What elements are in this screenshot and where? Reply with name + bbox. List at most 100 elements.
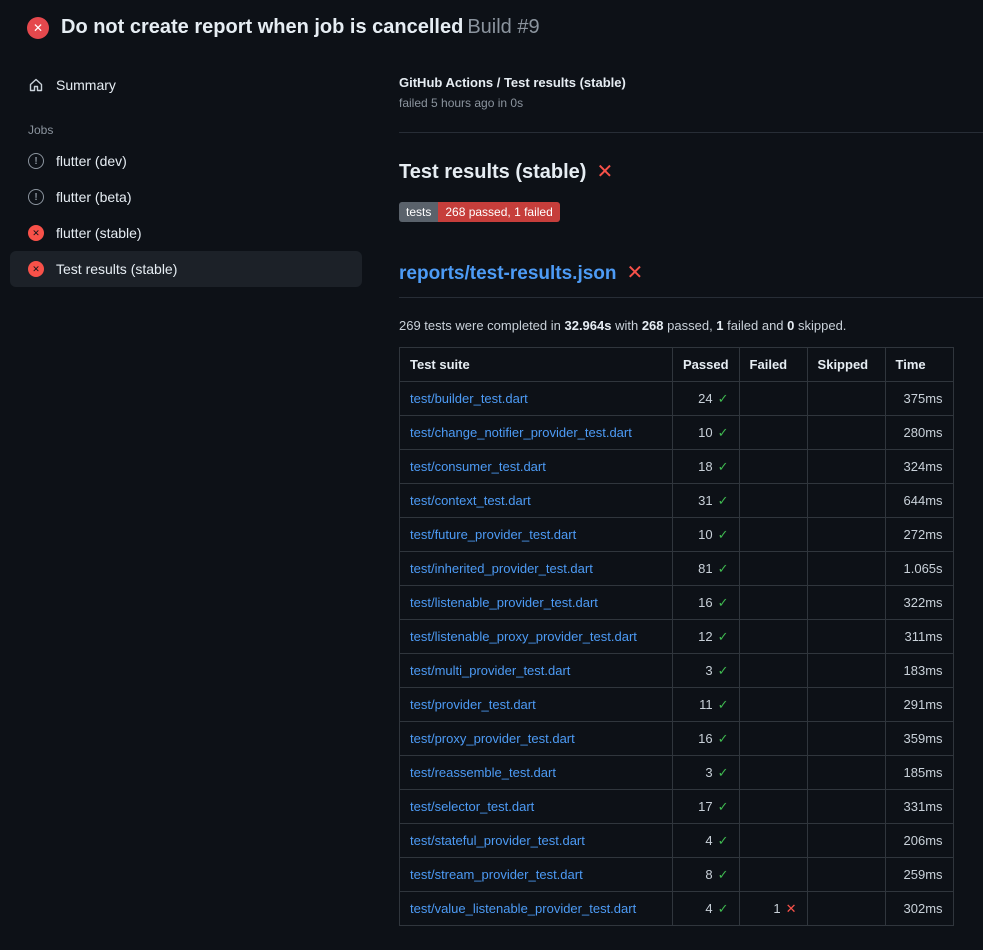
summary-passed-count: 268 bbox=[642, 318, 664, 333]
passed-count: 3 bbox=[705, 765, 712, 780]
time-value: 375ms bbox=[904, 391, 943, 406]
x-glyph: ✕ bbox=[33, 21, 43, 35]
passed-count: 18 bbox=[698, 459, 712, 474]
summary-text: with bbox=[611, 318, 641, 333]
failed-x-icon: ✕ bbox=[596, 161, 613, 183]
passed-count: 3 bbox=[705, 663, 712, 678]
section-title: Test results (stable) ✕ bbox=[399, 159, 983, 184]
time-value: 322ms bbox=[904, 595, 943, 610]
suite-link[interactable]: test/builder_test.dart bbox=[410, 391, 528, 406]
passed-count: 16 bbox=[698, 595, 712, 610]
table-row: test/future_provider_test.dart 10✓ ✕ 272… bbox=[400, 518, 954, 552]
summary-duration: 32.964s bbox=[564, 318, 611, 333]
check-icon: ✓ bbox=[718, 765, 729, 780]
check-icon: ✓ bbox=[718, 731, 729, 746]
col-header-test-suite: Test suite bbox=[400, 348, 673, 382]
table-row: test/listenable_proxy_provider_test.dart… bbox=[400, 620, 954, 654]
table-row: test/stateful_provider_test.dart 4✓ ✕ 20… bbox=[400, 824, 954, 858]
test-results-table: Test suite Passed Failed Skipped Time te… bbox=[399, 347, 954, 926]
report-link[interactable]: reports/test-results.json bbox=[399, 263, 617, 284]
passed-count: 12 bbox=[698, 629, 712, 644]
sidebar-item-summary[interactable]: Summary bbox=[10, 67, 362, 103]
sidebar: Summary Jobs ! flutter (dev) ! flutter (… bbox=[0, 53, 362, 287]
suite-link[interactable]: test/listenable_proxy_provider_test.dart bbox=[410, 629, 637, 644]
check-icon: ✓ bbox=[718, 595, 729, 610]
table-row: test/builder_test.dart 24✓ ✕ 375ms bbox=[400, 382, 954, 416]
x-circle-icon: ✕ bbox=[28, 261, 44, 277]
sidebar-item-flutter-dev[interactable]: ! flutter (dev) bbox=[10, 143, 362, 179]
suite-link[interactable]: test/multi_provider_test.dart bbox=[410, 663, 570, 678]
job-label: flutter (beta) bbox=[56, 189, 131, 205]
exclamation-glyph: ! bbox=[34, 156, 37, 167]
passed-count: 31 bbox=[698, 493, 712, 508]
suite-link[interactable]: test/proxy_provider_test.dart bbox=[410, 731, 575, 746]
check-icon: ✓ bbox=[718, 663, 729, 678]
exclamation-circle-icon: ! bbox=[28, 189, 44, 205]
home-icon bbox=[28, 77, 44, 93]
suite-link[interactable]: test/reassemble_test.dart bbox=[410, 765, 556, 780]
run-title: Do not create report when job is cancell… bbox=[61, 16, 540, 39]
time-value: 272ms bbox=[904, 527, 943, 542]
table-row: test/change_notifier_provider_test.dart … bbox=[400, 416, 954, 450]
suite-link[interactable]: test/consumer_test.dart bbox=[410, 459, 546, 474]
summary-text: passed, bbox=[664, 318, 717, 333]
summary-text: 269 tests were completed in bbox=[399, 318, 564, 333]
sidebar-item-flutter-beta[interactable]: ! flutter (beta) bbox=[10, 179, 362, 215]
x-glyph: ✕ bbox=[32, 264, 40, 275]
time-value: 331ms bbox=[904, 799, 943, 814]
table-row: test/selector_test.dart 17✓ ✕ 331ms bbox=[400, 790, 954, 824]
jobs-heading: Jobs bbox=[10, 103, 362, 143]
summary-text: skipped. bbox=[794, 318, 846, 333]
table-row: test/provider_test.dart 11✓ ✕ 291ms bbox=[400, 688, 954, 722]
passed-count: 10 bbox=[698, 425, 712, 440]
x-icon: ✕ bbox=[786, 901, 797, 916]
suite-link[interactable]: test/value_listenable_provider_test.dart bbox=[410, 901, 636, 916]
check-icon: ✓ bbox=[718, 697, 729, 712]
time-value: 359ms bbox=[904, 731, 943, 746]
job-label: flutter (stable) bbox=[56, 225, 142, 241]
suite-link[interactable]: test/listenable_provider_test.dart bbox=[410, 595, 598, 610]
table-row: test/proxy_provider_test.dart 16✓ ✕ 359m… bbox=[400, 722, 954, 756]
section-title-text: Test results (stable) bbox=[399, 161, 586, 183]
suite-link[interactable]: test/inherited_provider_test.dart bbox=[410, 561, 593, 576]
x-circle-icon: ✕ bbox=[28, 225, 44, 241]
failed-count: 1 bbox=[773, 901, 780, 916]
passed-count: 4 bbox=[705, 901, 712, 916]
breadcrumb: GitHub Actions / Test results (stable) bbox=[399, 69, 983, 90]
sidebar-item-flutter-stable[interactable]: ✕ flutter (stable) bbox=[10, 215, 362, 251]
suite-link[interactable]: test/future_provider_test.dart bbox=[410, 527, 576, 542]
passed-count: 8 bbox=[705, 867, 712, 882]
exclamation-circle-icon: ! bbox=[28, 153, 44, 169]
summary-text: failed and bbox=[724, 318, 788, 333]
passed-count: 16 bbox=[698, 731, 712, 746]
suite-link[interactable]: test/context_test.dart bbox=[410, 493, 531, 508]
suite-link[interactable]: test/selector_test.dart bbox=[410, 799, 534, 814]
suite-link[interactable]: test/stream_provider_test.dart bbox=[410, 867, 583, 882]
time-value: 280ms bbox=[904, 425, 943, 440]
suite-link[interactable]: test/provider_test.dart bbox=[410, 697, 536, 712]
check-icon: ✓ bbox=[718, 901, 729, 916]
report-heading: reports/test-results.json✕ bbox=[399, 260, 983, 285]
run-header: ✕ Do not create report when job is cance… bbox=[0, 0, 983, 53]
badge-label: tests bbox=[399, 202, 438, 222]
divider bbox=[399, 132, 983, 133]
table-row: test/multi_provider_test.dart 3✓ ✕ 183ms bbox=[400, 654, 954, 688]
sidebar-item-test-results-stable[interactable]: ✕ Test results (stable) bbox=[10, 251, 362, 287]
check-icon: ✓ bbox=[718, 391, 729, 406]
time-value: 324ms bbox=[904, 459, 943, 474]
summary-failed-count: 1 bbox=[716, 318, 723, 333]
check-icon: ✓ bbox=[718, 629, 729, 644]
suite-link[interactable]: test/stateful_provider_test.dart bbox=[410, 833, 585, 848]
table-row: test/stream_provider_test.dart 8✓ ✕ 259m… bbox=[400, 858, 954, 892]
table-row: test/context_test.dart 31✓ ✕ 644ms bbox=[400, 484, 954, 518]
time-value: 291ms bbox=[904, 697, 943, 712]
passed-count: 4 bbox=[705, 833, 712, 848]
time-value: 311ms bbox=[904, 629, 942, 644]
passed-count: 17 bbox=[698, 799, 712, 814]
table-row: test/consumer_test.dart 18✓ ✕ 324ms bbox=[400, 450, 954, 484]
x-glyph: ✕ bbox=[32, 228, 40, 239]
page-layout: Summary Jobs ! flutter (dev) ! flutter (… bbox=[0, 53, 983, 926]
job-label: flutter (dev) bbox=[56, 153, 127, 169]
suite-link[interactable]: test/change_notifier_provider_test.dart bbox=[410, 425, 632, 440]
col-header-passed: Passed bbox=[673, 348, 740, 382]
